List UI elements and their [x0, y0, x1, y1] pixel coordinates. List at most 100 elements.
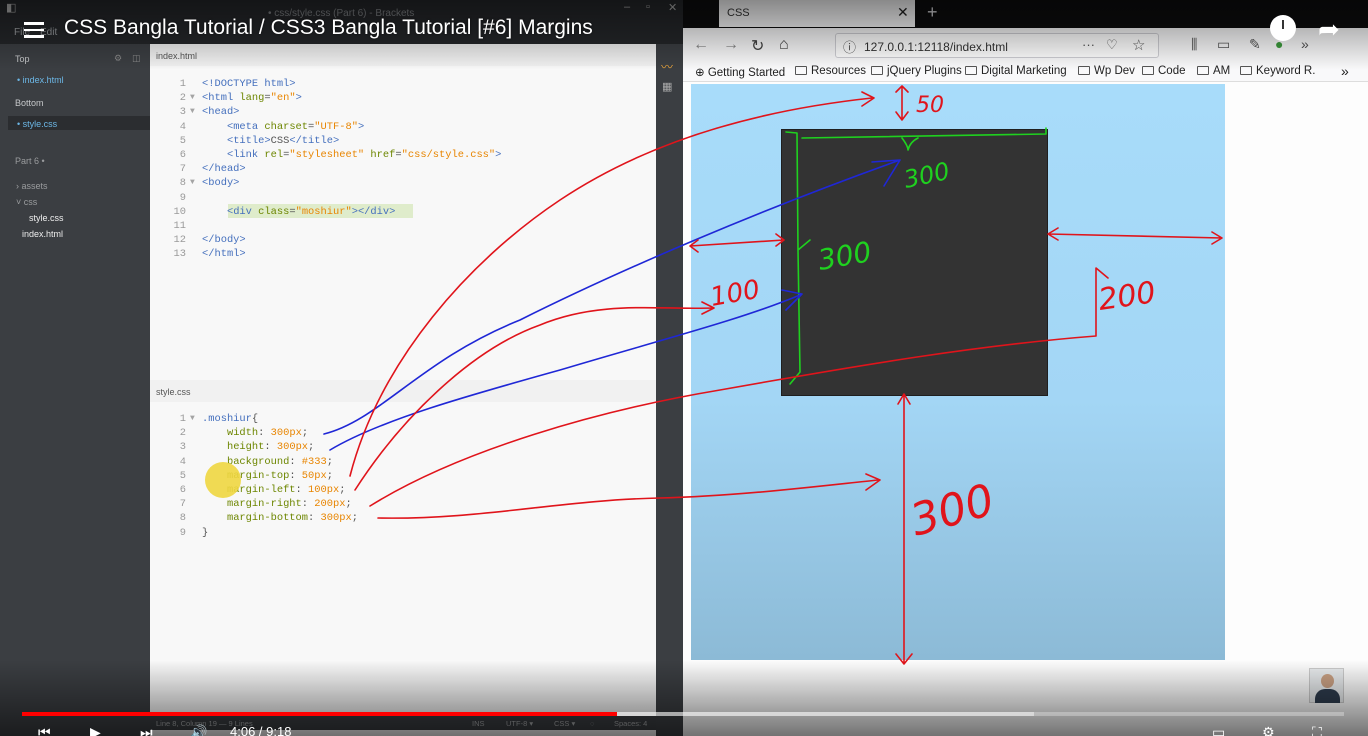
working-file-index[interactable]: • index.html [17, 75, 64, 85]
code-token: #333 [301, 455, 327, 468]
html-line-number: 3 [179, 106, 186, 119]
css-line-number: 2 [179, 427, 186, 440]
watch-later-icon[interactable] [1270, 15, 1296, 41]
code-token: <!DOCTYPE html> [202, 78, 296, 90]
new-tab-icon[interactable]: + [927, 2, 938, 23]
bookmark-keyword[interactable]: Keyword R. [1240, 65, 1315, 77]
split-view-icon[interactable]: ◫ [132, 53, 141, 64]
minimize-icon[interactable]: – [624, 1, 630, 13]
page-actions-icon[interactable]: ··· [1082, 37, 1095, 52]
reload-icon[interactable]: ↻ [751, 36, 764, 56]
html-line-number: 2 [179, 92, 186, 105]
bookmark-jquery-plugins[interactable]: jQuery Plugins [871, 65, 962, 77]
working-files-bottom-label: Bottom [15, 98, 44, 108]
maximize-icon[interactable]: ▫ [646, 1, 650, 13]
video-title[interactable]: CSS Bangla Tutorial / CSS3 Bangla Tutori… [64, 16, 593, 40]
fold-toggle-icon[interactable]: ▼ [190, 176, 195, 190]
html-code-line[interactable]: </body> [202, 233, 246, 247]
settings-icon[interactable]: ⚙ [1262, 724, 1275, 736]
css-code-line[interactable]: .moshiur{ [202, 412, 258, 426]
css-line-number: 8 [179, 512, 186, 525]
overflow-icon[interactable]: » [1301, 36, 1309, 52]
html-line-number: 7 [179, 163, 186, 176]
html-code-line[interactable]: </head> [202, 162, 246, 176]
code-token: ; [301, 427, 309, 440]
eyedropper-icon[interactable]: ✎ [1249, 36, 1261, 53]
bookmark-getting-started[interactable]: ⊕ Getting Started [695, 65, 785, 79]
fold-toggle-icon[interactable]: ▼ [190, 91, 195, 105]
progress-bar[interactable] [22, 712, 1344, 716]
previous-icon[interactable]: ⏮ [38, 724, 51, 736]
css-code-line[interactable]: margin-right: 200px; [202, 497, 352, 511]
html-code-line[interactable]: <head> [202, 105, 239, 119]
html-code-line[interactable]: <html lang="en"> [202, 91, 302, 105]
extension-manager-icon[interactable]: ▦ [662, 80, 672, 93]
bookmark-digital-marketing[interactable]: Digital Marketing [965, 65, 1067, 77]
bookmark-star-icon[interactable]: ☆ [1132, 36, 1145, 54]
volume-icon[interactable]: 🔊 [190, 724, 207, 736]
pocket-icon[interactable]: ♡ [1106, 37, 1118, 53]
library-icon[interactable]: ⫼ [1191, 36, 1197, 53]
next-icon[interactable]: ⏭ [140, 724, 153, 736]
bookmark-resources[interactable]: Resources [795, 65, 866, 77]
bookmarks-overflow-icon[interactable]: » [1341, 63, 1349, 79]
close-icon[interactable]: ✕ [668, 1, 677, 14]
playlist-menu-icon[interactable] [24, 22, 44, 38]
code-token: 300px [270, 427, 302, 440]
channel-avatar[interactable] [1309, 668, 1344, 703]
sidebar-icon[interactable]: ▭ [1217, 36, 1230, 53]
bookmark-keyword-label: Keyword R. [1256, 65, 1316, 77]
html-code-line[interactable]: <!DOCTYPE html> [202, 77, 296, 91]
back-icon[interactable]: ← [693, 36, 709, 54]
url-bar[interactable]: ⓘ 127.0.0.1:12118/index.html ··· ♡ ☆ [835, 33, 1159, 58]
bookmarks-toolbar: ⊕ Getting Started Resources jQuery Plugi… [683, 62, 1368, 82]
play-icon[interactable]: ▶ [90, 724, 101, 736]
share-icon[interactable]: ➦ [1318, 14, 1340, 45]
fold-toggle-icon[interactable]: ▼ [190, 412, 195, 426]
file-index-html[interactable]: index.html [22, 229, 63, 239]
css-code-line[interactable]: height: 300px; [202, 440, 314, 454]
html-line-number: 11 [173, 220, 186, 232]
fold-toggle-icon[interactable]: ▼ [190, 105, 195, 119]
brackets-editor[interactable]: index.html 1 <!DOCTYPE html> 2 ▼ <html lang=… [150, 44, 656, 736]
css-line-number: 3 [179, 441, 186, 454]
css-code-line[interactable]: width: 300px; [202, 426, 308, 440]
html-code-line[interactable]: <div class="moshiur"></div> [202, 205, 395, 219]
code-token: > [295, 92, 302, 105]
html-line-number: 4 [179, 120, 186, 133]
folder-assets[interactable]: › assets [16, 181, 48, 191]
bookmark-wp-dev[interactable]: Wp Dev [1078, 65, 1135, 77]
mouse-highlight [205, 462, 241, 498]
project-title[interactable]: Part 6 • [15, 156, 45, 166]
html-code-line[interactable]: <title>CSS</title> [202, 134, 339, 148]
subtitles-icon[interactable]: ▭ [1212, 724, 1225, 736]
forward-icon[interactable]: → [723, 36, 739, 54]
close-tab-icon[interactable]: ✕ [897, 4, 909, 21]
folder-css[interactable]: ˅ css [16, 197, 37, 207]
html-code-line[interactable]: <body> [202, 176, 239, 190]
code-token: href [370, 149, 396, 161]
editor-tab-style[interactable]: style.css [150, 380, 656, 402]
browser-tab-title: CSS [727, 7, 750, 19]
page-body [691, 84, 1225, 660]
fullscreen-icon[interactable]: ⛶ [1312, 724, 1322, 736]
editor-tab-index[interactable]: index.html [150, 44, 656, 66]
css-code-line[interactable]: margin-bottom: 300px; [202, 511, 358, 525]
css-code-line[interactable]: } [202, 526, 208, 540]
live-preview-icon[interactable]: 〰 [661, 58, 673, 75]
html-code-line[interactable]: <meta charset="UTF-8"> [202, 120, 364, 134]
site-info-icon[interactable]: ⓘ [843, 37, 856, 56]
video-frame[interactable]: ◧ • css/style.css (Part 6) - Brackets – … [0, 0, 1368, 736]
code-token: > [357, 120, 365, 133]
file-style-css[interactable]: style.css [29, 213, 64, 223]
bookmark-code[interactable]: Code [1142, 65, 1186, 77]
working-file-style[interactable]: • style.css [17, 119, 57, 129]
browser-tab[interactable]: CSS ✕ [719, 0, 915, 27]
gear-icon[interactable]: ⚙ [114, 53, 122, 64]
html-code-line[interactable]: </html> [202, 247, 246, 261]
html-code-line[interactable]: <link rel="stylesheet" href="css/style.c… [202, 148, 501, 162]
bookmark-am[interactable]: AM [1197, 65, 1230, 77]
home-icon[interactable]: ⌂ [779, 36, 789, 54]
